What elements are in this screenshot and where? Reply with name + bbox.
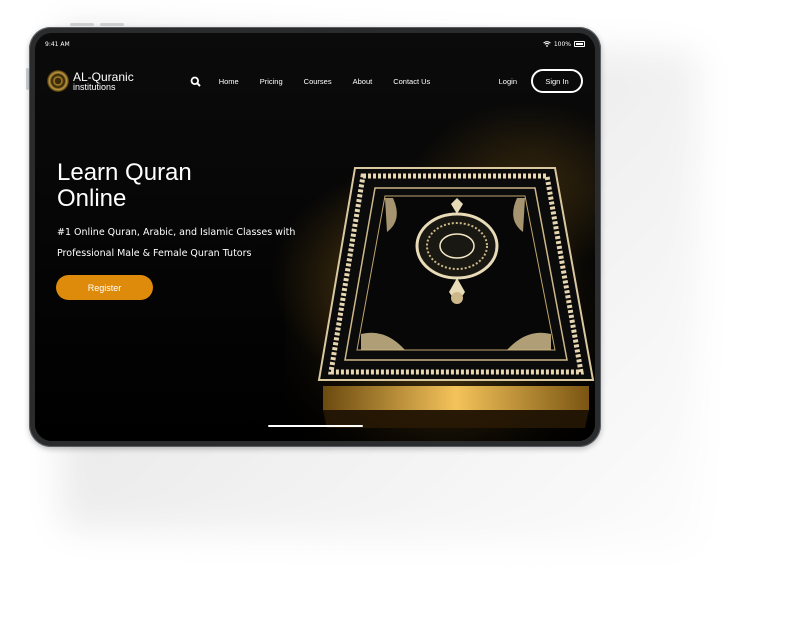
hero-subtitle: #1 Online Quran, Arabic, and Islamic Cla… <box>57 222 297 264</box>
sign-in-button[interactable]: Sign In <box>531 69 583 93</box>
tablet-device: 9:41 AM 100% AL-Quranic institutions Hom… <box>29 27 601 447</box>
hero-subtitle-line-1: #1 Online Quran, Arabic, and Islamic Cla… <box>57 227 296 238</box>
search-icon[interactable] <box>190 75 202 87</box>
hero-title-line-1: Learn Quran <box>57 159 192 186</box>
hero-subtitle-line-2: Professional Male & Female Quran Tutors <box>57 248 252 259</box>
brand-title: AL-Quranic <box>73 69 134 84</box>
register-button[interactable]: Register <box>56 275 153 300</box>
status-right: 100% <box>543 41 585 48</box>
status-time: 9:41 AM <box>45 40 70 48</box>
nav-links: Home Pricing Courses About Contact Us <box>219 77 431 86</box>
nav-link-courses[interactable]: Courses <box>304 77 332 86</box>
device-top-button-1 <box>70 23 94 26</box>
nav-link-pricing[interactable]: Pricing <box>260 77 283 86</box>
hero-title: Learn Quran Online <box>57 160 257 212</box>
tablet-screen: 9:41 AM 100% AL-Quranic institutions Hom… <box>35 33 595 441</box>
battery-icon <box>574 41 585 47</box>
wifi-icon <box>543 41 551 47</box>
quran-book-image <box>285 128 595 441</box>
login-link[interactable]: Login <box>499 77 517 86</box>
brand-text: AL-Quranic institutions <box>73 71 134 92</box>
device-top-button-2 <box>100 23 124 26</box>
nav-link-about[interactable]: About <box>353 77 373 86</box>
logo-emblem-icon <box>47 70 69 92</box>
nav-link-home[interactable]: Home <box>219 77 239 86</box>
navbar: AL-Quranic institutions Home Pricing Cou… <box>47 65 583 97</box>
hero-title-line-2: Online <box>57 185 127 212</box>
nav-link-contact-us[interactable]: Contact Us <box>393 77 430 86</box>
home-indicator[interactable] <box>268 425 363 427</box>
status-bar: 9:41 AM 100% <box>45 38 585 50</box>
brand-logo[interactable]: AL-Quranic institutions <box>47 70 134 92</box>
auth-area: Login Sign In <box>499 69 583 93</box>
battery-percentage: 100% <box>553 40 571 48</box>
brand-subtitle: institutions <box>73 81 116 92</box>
